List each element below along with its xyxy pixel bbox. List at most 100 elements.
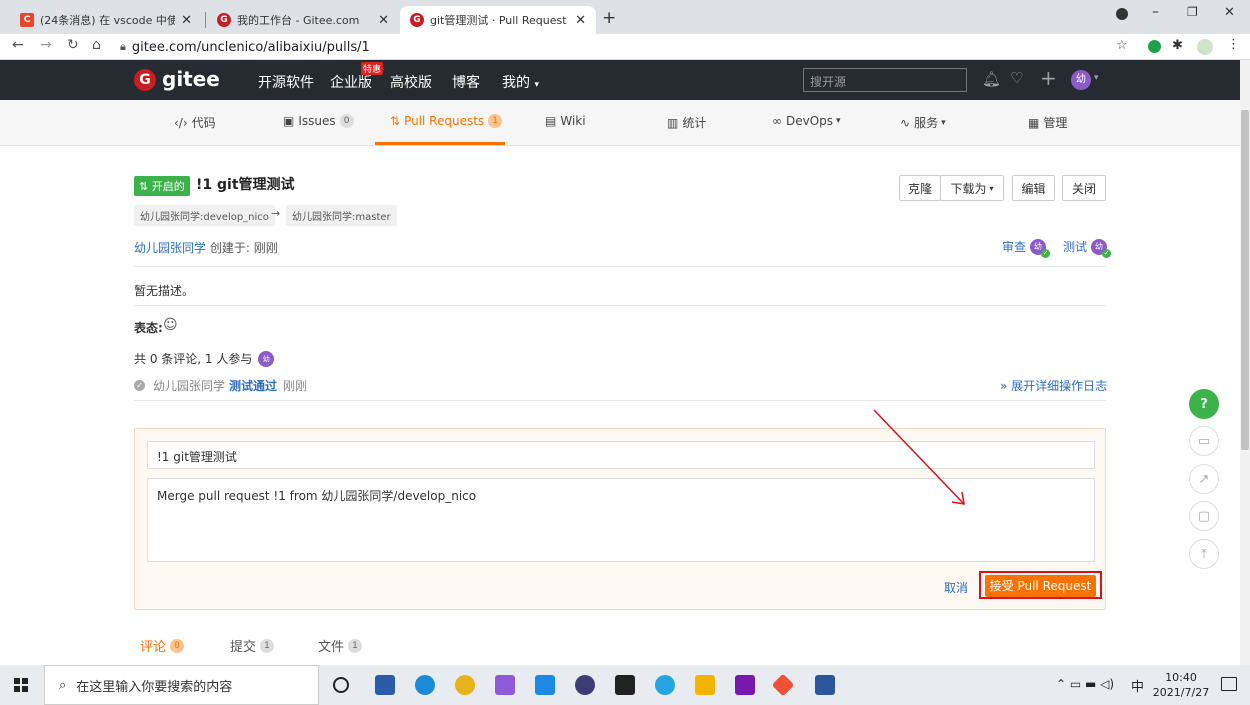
eclipse-icon[interactable] [575,675,595,695]
url-field[interactable]: 🔒︎ gitee.com/unclenico/alibaixiu/pulls/1 [120,36,1120,58]
ide-icon[interactable] [615,675,635,695]
tab-stats[interactable]: ▥ 统计 [667,114,706,131]
nav-mine[interactable]: 我的 ▾ [502,72,539,92]
back-to-top-icon[interactable]: ⤒ [1189,539,1219,569]
tab-files[interactable]: 文件 1 [318,636,363,655]
taskbar-search-input[interactable]: ⌕ 在这里输入你要搜索的内容 [44,665,319,705]
tab-pull-requests[interactable]: ⇅ Pull Requests 1 [390,114,503,128]
window-close-icon[interactable]: ✕ [1224,5,1235,20]
profile-menu-icon[interactable] [1116,8,1128,20]
search-input[interactable]: 搜开源 [803,68,967,92]
avatar[interactable] [1197,39,1213,55]
gitee-logo-icon[interactable]: G [134,69,156,91]
caret-down-icon: ▾ [941,117,946,128]
chrome-icon[interactable] [455,675,475,695]
branch-arrow-icon: → [271,207,281,220]
edit-button[interactable]: 编辑 [1012,175,1055,201]
clock[interactable]: 10:40 2021/7/27 [1150,670,1212,700]
nav-blog[interactable]: 博客 [452,72,480,92]
nav-university[interactable]: 高校版 [390,72,432,92]
scroll-thumb[interactable] [1241,110,1249,450]
lightbulb-icon[interactable]: ♡ [1010,69,1023,87]
accept-pr-button[interactable]: 接受 Pull Request [985,575,1096,597]
reload-icon[interactable]: ↻ [67,37,79,53]
share-icon[interactable]: ↗ [1189,464,1219,494]
caret-down-icon[interactable]: ▾ [1094,73,1099,83]
tray-icons[interactable]: ⌃ ▭ ▬ ◁) [1056,677,1114,691]
vscode-icon[interactable] [535,675,555,695]
notification-icon[interactable] [1221,677,1237,691]
comment-icon[interactable]: ▢ [1189,501,1219,531]
ime-indicator[interactable]: 中 [1131,676,1144,695]
home-icon[interactable]: ⌂ [92,37,101,53]
target-branch[interactable]: 幼儿园张同学:master [286,205,397,226]
taskbar: ⌕ 在这里输入你要搜索的内容 ⌃ ▭ ▬ ◁) 中 10:40 2021/7/27 [0,665,1250,705]
browser-tab-workbench[interactable]: G 我的工作台 - Gitee.com ✕ [207,6,399,34]
double-chevron-down-icon: » [1000,379,1012,393]
add-icon[interactable]: + [1040,66,1057,90]
close-pr-button[interactable]: 关闭 [1062,175,1106,201]
check-icon: ✓ [134,380,145,391]
browser-app-icon[interactable] [655,675,675,695]
menu-icon[interactable]: ⋮ [1227,37,1240,52]
promo-badge: 特惠 [361,62,384,75]
expand-log-link[interactable]: » 展开详细操作日志 [1000,377,1107,394]
close-tab-icon[interactable]: ✕ [575,13,586,28]
git-icon[interactable] [771,673,795,697]
tab-wiki[interactable]: ▤ Wiki [545,114,586,128]
user-avatar[interactable]: 幼 [1071,70,1091,90]
windows-start-icon[interactable] [14,678,28,692]
smile-icon[interactable]: ☺ [163,317,178,333]
code-snippet-icon[interactable]: ▭ [1189,426,1219,456]
browser-tab-pr[interactable]: G git管理测试 · Pull Request !1 · ✕ [400,6,596,34]
tab-service[interactable]: ∿ 服务 ▾ [900,114,946,131]
source-branch[interactable]: 幼儿园张同学:develop_nico [134,205,275,226]
maximize-icon[interactable]: ❐ [1187,5,1198,19]
vertical-scrollbar[interactable] [1240,60,1250,665]
file-explorer-icon[interactable] [695,675,715,695]
pr-meta: 幼儿园张同学 创建于: 刚刚 [134,241,278,255]
devops-icon: ∞ [772,114,782,128]
word-icon[interactable] [815,675,835,695]
tab-comments[interactable]: 评论 0 [140,636,185,655]
app-icon[interactable] [375,675,395,695]
manage-icon: ▦ [1028,115,1040,130]
tab-issues[interactable]: ▣ Issues 0 [283,114,354,128]
back-icon[interactable]: ← [12,37,24,53]
browser-tab-csdn[interactable]: C (24条消息) 在 vscode 中使用 Gi ✕ [10,6,202,34]
gitee-logo-text[interactable]: gitee [162,67,220,91]
bookmark-star-icon[interactable]: ☆ [1116,38,1128,53]
caret-down-icon: ▾ [534,80,539,90]
annotation-arrow-icon [873,409,965,505]
tester-section[interactable]: 测试幼 ✓ [1063,238,1112,258]
cancel-button[interactable]: 取消 [944,579,968,596]
author-link[interactable]: 幼儿园张同学 [134,241,206,255]
tab-devops[interactable]: ∞ DevOps ▾ [772,114,841,128]
reaction-label: 表态: [134,321,163,335]
new-tab-icon[interactable]: + [602,8,616,28]
clone-button[interactable]: 克隆 [899,175,941,201]
forward-icon[interactable]: → [40,37,52,53]
status-badge: ⇅ 开启的 [134,176,190,196]
puzzle-icon[interactable]: ✱ [1172,38,1183,53]
edge-icon[interactable] [415,675,435,695]
extension-icon[interactable] [1148,40,1161,53]
tab-manage[interactable]: ▦ 管理 [1028,114,1067,131]
download-button[interactable]: 下载为 ▾ [940,175,1004,201]
nav-enterprise[interactable]: 企业版 [330,72,372,92]
close-tab-icon[interactable]: ✕ [378,13,389,28]
task-view-icon[interactable] [333,677,349,693]
visual-studio-icon[interactable] [495,675,515,695]
tab-code[interactable]: ‹/› 代码 [174,114,216,131]
nav-open-source[interactable]: 开源软件 [258,72,314,92]
minimize-icon[interactable]: – [1152,4,1159,20]
help-icon[interactable]: ? [1189,389,1219,419]
tab-commits[interactable]: 提交 1 [230,636,275,655]
issue-count-badge: 0 [339,114,354,128]
onenote-icon[interactable] [735,675,755,695]
issue-icon: ▣ [283,114,295,128]
close-tab-icon[interactable]: ✕ [181,13,192,28]
bell-icon[interactable]: 🔔︎ [982,70,1001,88]
pr-count-badge: 1 [488,114,503,128]
reviewer-section[interactable]: 审查幼 ✓ [1002,238,1051,258]
